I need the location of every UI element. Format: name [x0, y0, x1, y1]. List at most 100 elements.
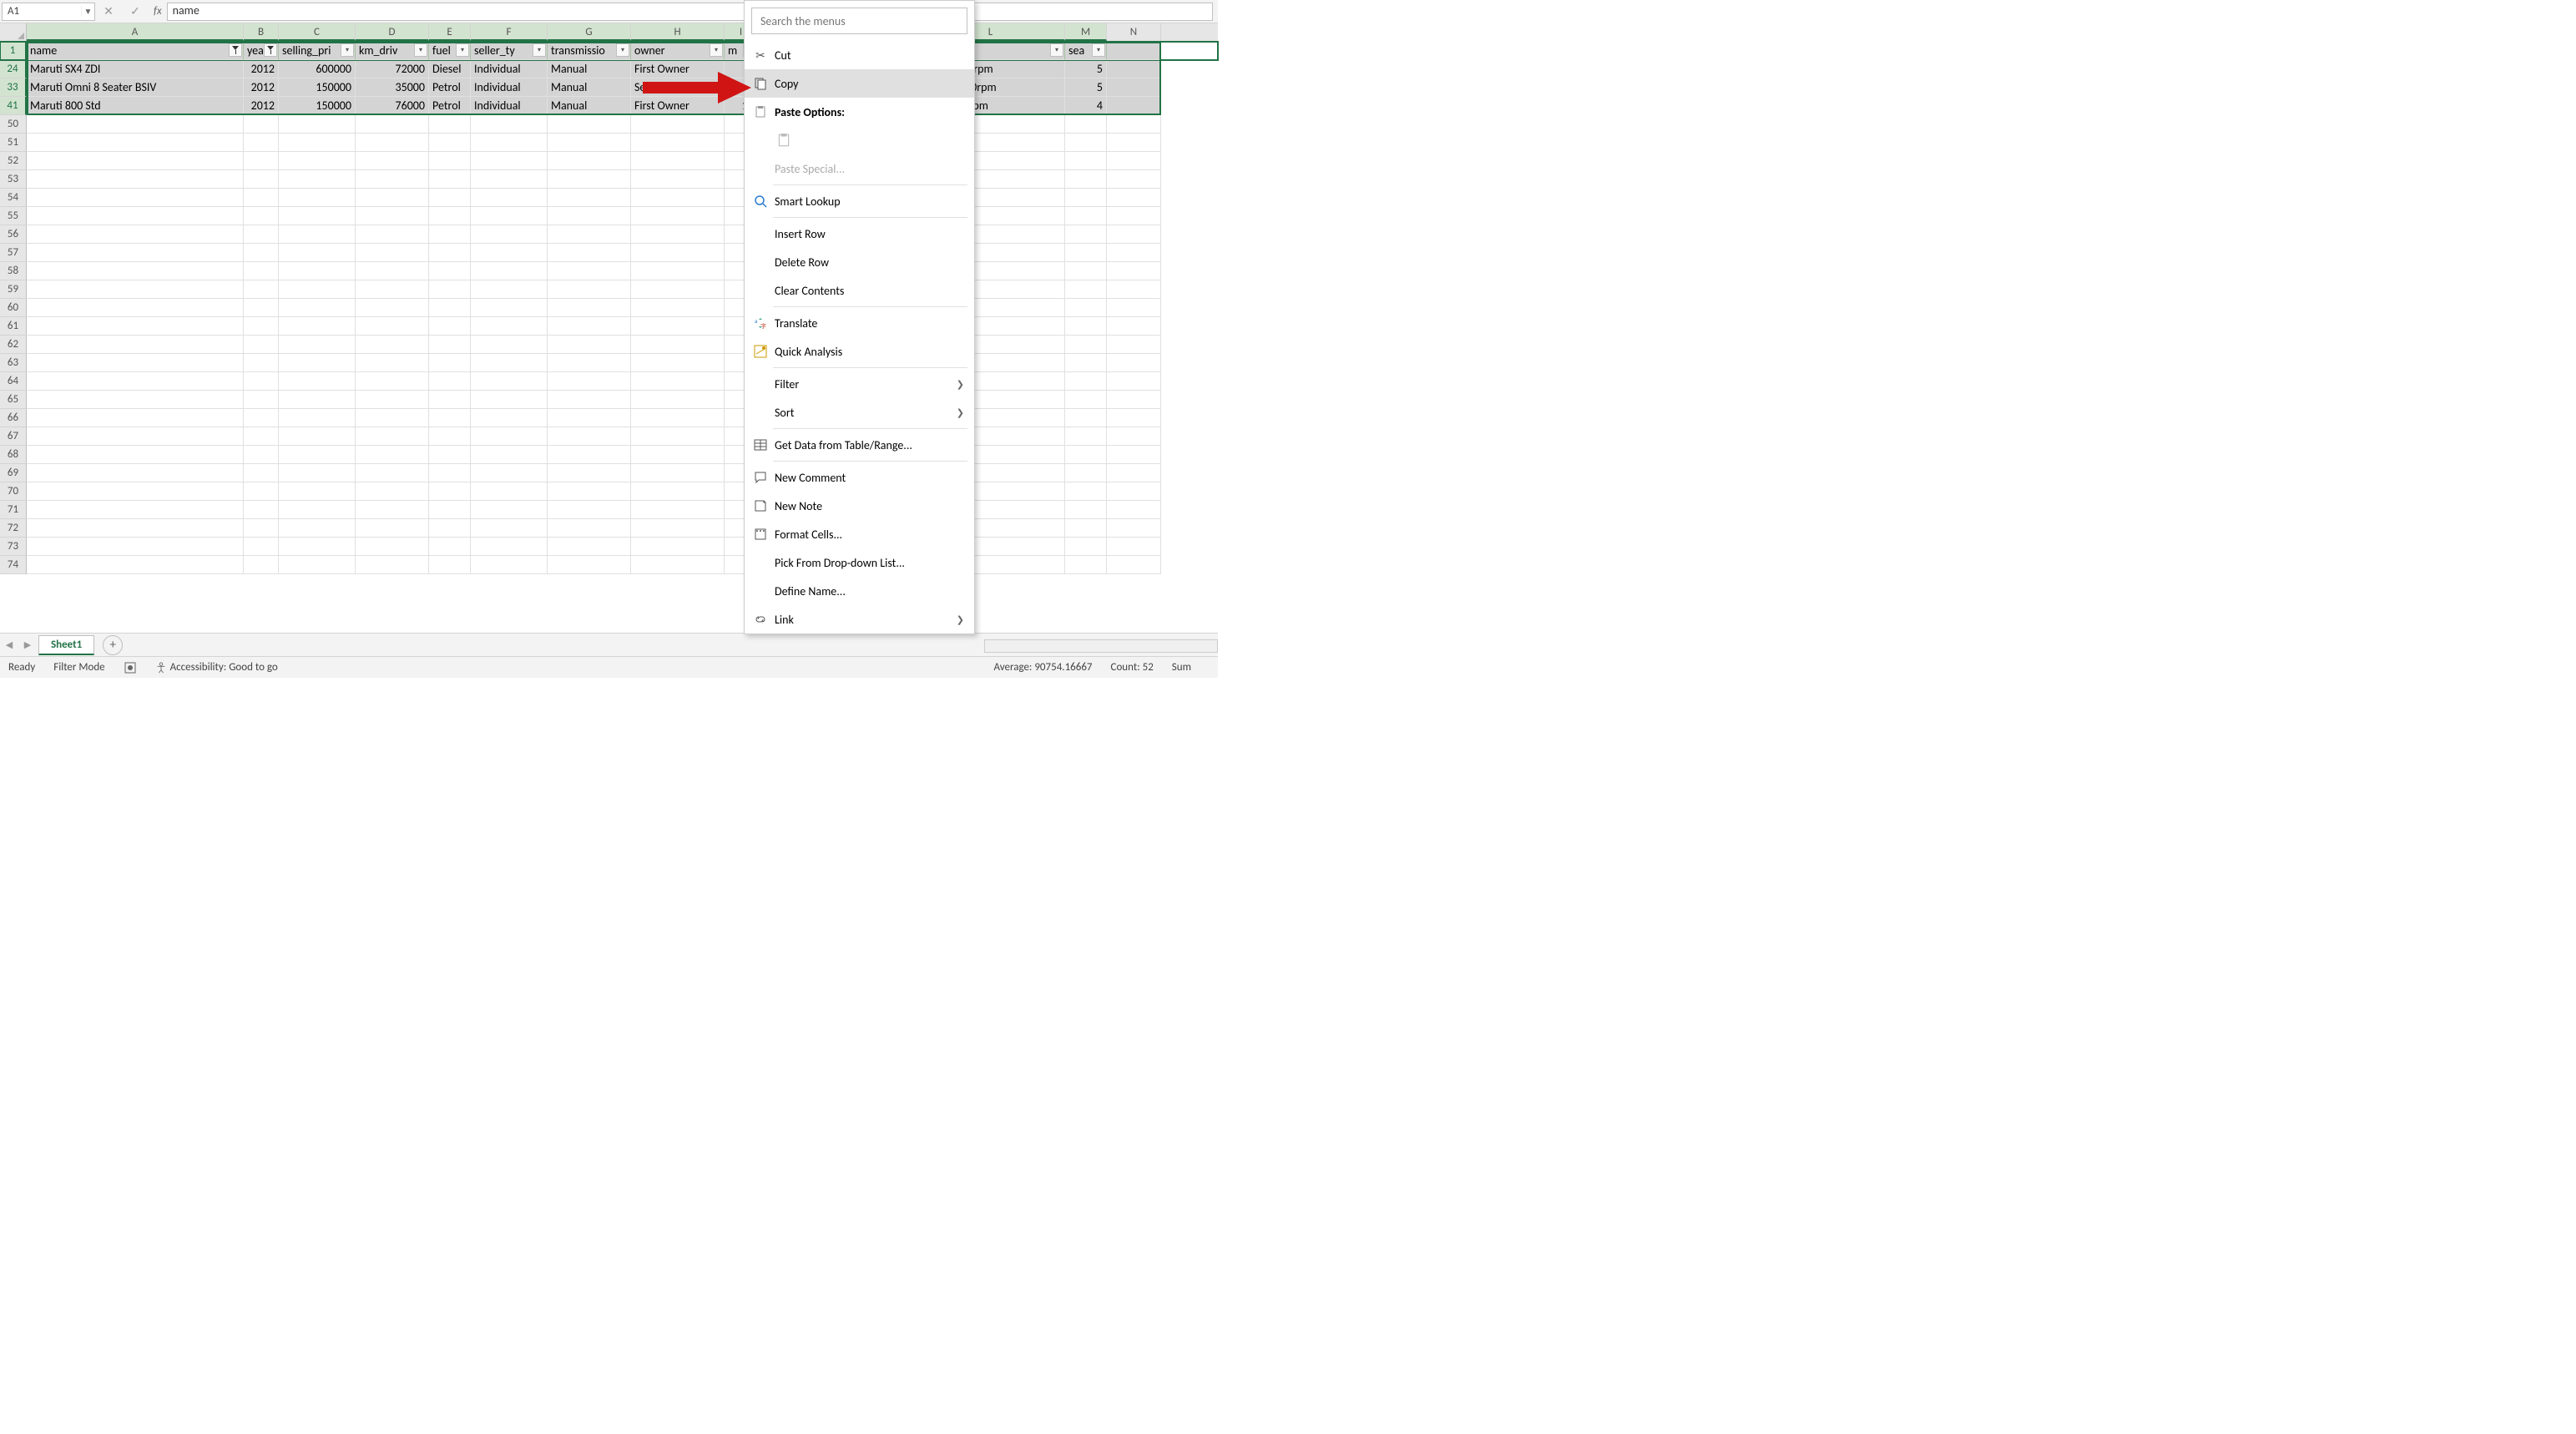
cell[interactable]: Maruti 800 Std	[27, 97, 244, 115]
menu-delete-row[interactable]: Delete Row	[745, 248, 974, 276]
cell[interactable]	[356, 189, 429, 207]
cell[interactable]	[471, 372, 548, 391]
cell[interactable]	[548, 152, 631, 170]
cell[interactable]: Petrol	[429, 97, 471, 115]
cell[interactable]	[1065, 501, 1107, 519]
cell[interactable]	[356, 556, 429, 574]
cell[interactable]	[1107, 244, 1161, 262]
cell[interactable]	[471, 317, 548, 336]
cell[interactable]	[548, 427, 631, 446]
row-header[interactable]: 1	[0, 42, 27, 60]
menu-new-note[interactable]: New Note	[745, 492, 974, 520]
formula-input[interactable]: name	[167, 3, 1213, 21]
row-header[interactable]: 74	[0, 556, 27, 574]
cell[interactable]: 4	[1065, 97, 1107, 115]
cell[interactable]	[471, 299, 548, 317]
menu-filter[interactable]: Filter ❯	[745, 370, 974, 398]
cell[interactable]: Individual	[471, 78, 548, 97]
cell[interactable]	[356, 134, 429, 152]
cell[interactable]	[1107, 427, 1161, 446]
menu-insert-row[interactable]: Insert Row	[745, 220, 974, 248]
menu-sort[interactable]: Sort ❯	[745, 398, 974, 427]
cell[interactable]	[244, 225, 279, 244]
row-header[interactable]: 52	[0, 152, 27, 170]
cell[interactable]	[429, 519, 471, 538]
cell[interactable]	[1065, 225, 1107, 244]
cell[interactable]	[548, 225, 631, 244]
cell[interactable]	[548, 354, 631, 372]
cell[interactable]	[279, 519, 356, 538]
cell[interactable]	[631, 152, 725, 170]
cell[interactable]	[1065, 427, 1107, 446]
cell[interactable]	[548, 446, 631, 464]
cell[interactable]	[631, 170, 725, 189]
cell[interactable]	[471, 427, 548, 446]
cell[interactable]	[27, 336, 244, 354]
cell[interactable]: owner▾	[631, 42, 725, 60]
cell[interactable]	[631, 280, 725, 299]
cell[interactable]	[356, 152, 429, 170]
sheet-prev-icon[interactable]: ◀	[0, 639, 18, 650]
cell[interactable]	[244, 170, 279, 189]
col-header-B[interactable]: B	[244, 23, 279, 41]
cell[interactable]	[429, 556, 471, 574]
cell[interactable]	[1107, 42, 1161, 60]
cell[interactable]	[1107, 60, 1161, 78]
cell[interactable]	[471, 170, 548, 189]
cell[interactable]	[27, 262, 244, 280]
cell[interactable]	[279, 115, 356, 134]
row-header[interactable]: 53	[0, 170, 27, 189]
cell[interactable]	[429, 189, 471, 207]
cell[interactable]	[471, 189, 548, 207]
cell[interactable]	[548, 134, 631, 152]
cell[interactable]	[1065, 170, 1107, 189]
menu-translate[interactable]: a字 Translate	[745, 309, 974, 337]
cell[interactable]	[1107, 501, 1161, 519]
cell[interactable]	[279, 464, 356, 482]
cell[interactable]	[244, 372, 279, 391]
cell[interactable]	[1107, 189, 1161, 207]
chevron-down-icon[interactable]: ▼	[81, 6, 94, 17]
row-header[interactable]: 62	[0, 336, 27, 354]
cell[interactable]	[631, 427, 725, 446]
filter-dropdown-icon[interactable]: ▾	[456, 43, 469, 57]
cell[interactable]	[631, 225, 725, 244]
cell[interactable]: Manual	[548, 60, 631, 78]
row-header[interactable]: 56	[0, 225, 27, 244]
cell[interactable]	[1065, 244, 1107, 262]
cell[interactable]	[631, 207, 725, 225]
menu-quick-analysis[interactable]: Quick Analysis	[745, 337, 974, 366]
cell[interactable]	[548, 317, 631, 336]
cell[interactable]	[356, 519, 429, 538]
cell[interactable]	[1107, 446, 1161, 464]
cell[interactable]	[279, 170, 356, 189]
cell[interactable]	[429, 152, 471, 170]
col-header-H[interactable]: H	[631, 23, 725, 41]
cell[interactable]	[27, 556, 244, 574]
cell[interactable]	[1065, 299, 1107, 317]
cell[interactable]	[471, 519, 548, 538]
col-header-D[interactable]: D	[356, 23, 429, 41]
row-header[interactable]: 73	[0, 538, 27, 556]
cell[interactable]	[279, 427, 356, 446]
cell[interactable]	[279, 336, 356, 354]
menu-smart-lookup[interactable]: Smart Lookup	[745, 187, 974, 215]
cell[interactable]	[1107, 556, 1161, 574]
row-header[interactable]: 63	[0, 354, 27, 372]
cell[interactable]	[27, 446, 244, 464]
cell[interactable]	[356, 372, 429, 391]
cell[interactable]: Maruti Omni 8 Seater BSIV	[27, 78, 244, 97]
cell[interactable]: 5	[1065, 60, 1107, 78]
cell[interactable]	[279, 244, 356, 262]
cell[interactable]	[429, 336, 471, 354]
cell[interactable]	[1107, 464, 1161, 482]
cell[interactable]	[356, 391, 429, 409]
cell[interactable]	[1065, 519, 1107, 538]
cell[interactable]	[1107, 372, 1161, 391]
menu-new-comment[interactable]: New Comment	[745, 463, 974, 492]
cell[interactable]	[429, 115, 471, 134]
row-header[interactable]: 70	[0, 482, 27, 501]
cell[interactable]	[279, 446, 356, 464]
cell[interactable]	[631, 336, 725, 354]
cell[interactable]: seller_ty▾	[471, 42, 548, 60]
